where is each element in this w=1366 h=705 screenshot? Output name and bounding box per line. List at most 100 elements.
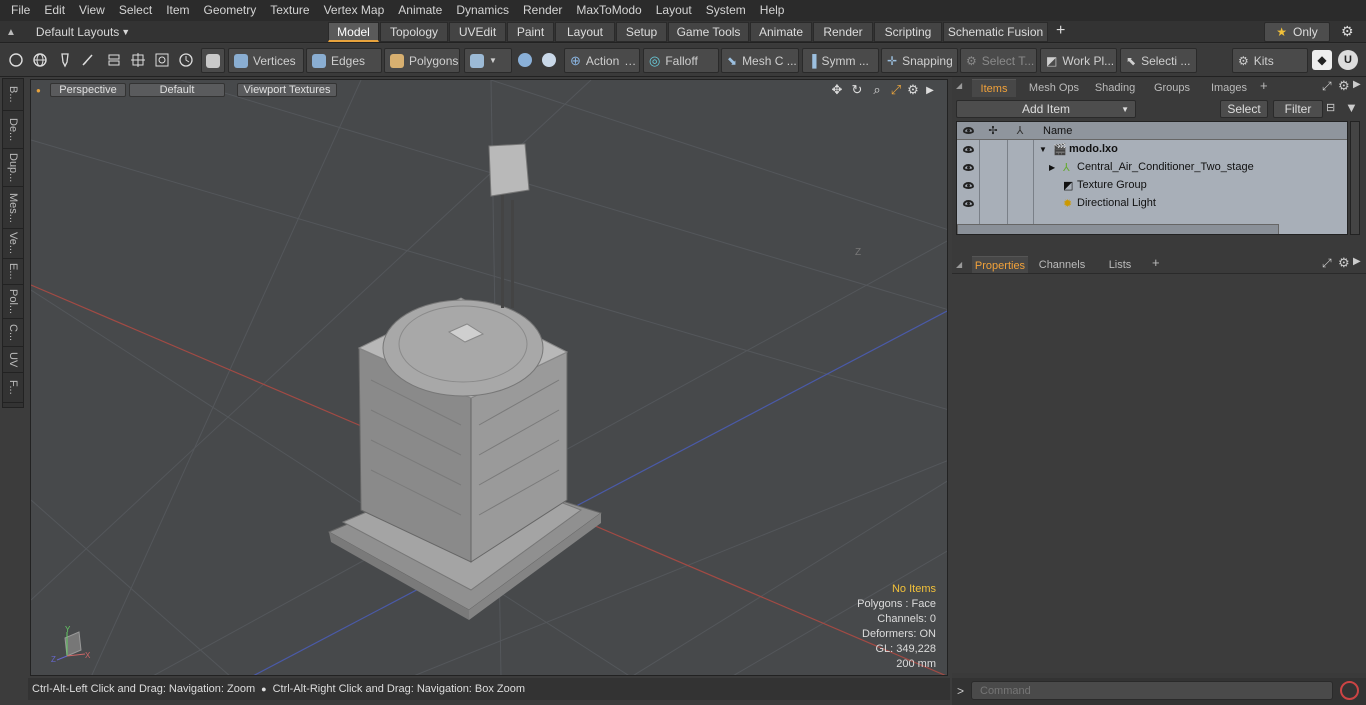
zoom-view-icon[interactable]: ⌕ bbox=[869, 81, 885, 99]
polygons-button[interactable]: Polygons bbox=[384, 48, 460, 73]
tab-items[interactable]: Items bbox=[972, 79, 1016, 97]
tab-schematic-fusion[interactable]: Schematic Fusion bbox=[943, 22, 1048, 42]
gear-icon[interactable]: ⚙ bbox=[1341, 23, 1354, 40]
funnel-icon[interactable]: ▼ bbox=[1345, 100, 1358, 115]
menu-dynamics[interactable]: Dynamics bbox=[449, 0, 516, 21]
pen-icon[interactable] bbox=[55, 50, 75, 70]
layouts-dropdown[interactable]: ▲ Default Layouts ▼ bbox=[6, 21, 130, 43]
viewport-gear-icon[interactable]: ⚙ bbox=[905, 81, 921, 99]
menu-item[interactable]: Item bbox=[159, 0, 196, 21]
tab-deform[interactable]: De... bbox=[3, 111, 23, 149]
kits-button[interactable]: ⚙ Kits bbox=[1232, 48, 1308, 73]
tab-uvedit[interactable]: UVEdit bbox=[449, 22, 506, 42]
tab-lists[interactable]: Lists bbox=[1094, 256, 1146, 274]
add-properties-tab-icon[interactable]: + bbox=[1152, 255, 1160, 270]
element-icon[interactable] bbox=[152, 50, 172, 70]
visibility-eye-icon[interactable] bbox=[957, 163, 979, 171]
perspective-button[interactable]: Perspective bbox=[50, 83, 126, 97]
vertices-button[interactable]: Vertices bbox=[228, 48, 304, 73]
tab-groups[interactable]: Groups bbox=[1146, 79, 1198, 97]
align-icon[interactable] bbox=[104, 50, 124, 70]
clock-icon[interactable] bbox=[176, 50, 196, 70]
tab-mesh-ops[interactable]: Mesh Ops bbox=[1022, 79, 1086, 97]
shading-default-button[interactable]: Default bbox=[129, 83, 225, 97]
collapse-icon[interactable]: ⊟ bbox=[1326, 101, 1342, 117]
menu-view[interactable]: View bbox=[72, 0, 112, 21]
menu-maxtomodo[interactable]: MaxToModo bbox=[569, 0, 648, 21]
panel-gear-icon[interactable]: ⚙ bbox=[1338, 78, 1350, 94]
globe-icon[interactable] bbox=[30, 50, 50, 70]
add-tab-icon[interactable]: + bbox=[1056, 22, 1065, 40]
menu-system[interactable]: System bbox=[699, 0, 753, 21]
circle-select-icon[interactable] bbox=[6, 50, 26, 70]
visibility-eye-icon[interactable] bbox=[957, 199, 979, 207]
tab-edge[interactable]: E... bbox=[3, 259, 23, 285]
center-icon[interactable] bbox=[128, 50, 148, 70]
properties-gear-icon[interactable]: ⚙ bbox=[1338, 255, 1350, 271]
falloff-button[interactable]: ◎ Falloff bbox=[643, 48, 719, 73]
tab-images[interactable]: Images bbox=[1202, 79, 1256, 97]
properties-expand-icon[interactable]: ⤢ bbox=[1322, 256, 1332, 271]
viewport-dot-icon[interactable]: ● bbox=[36, 86, 41, 95]
menu-vertex-map[interactable]: Vertex Map bbox=[317, 0, 392, 21]
tree-row-scene[interactable]: ▼ 🎬 modo.lxo bbox=[957, 140, 1347, 158]
properties-arrow-icon[interactable]: ▶ bbox=[1353, 256, 1361, 267]
tree-row-texture-group[interactable]: ◩ Texture Group bbox=[957, 176, 1347, 194]
menu-animate[interactable]: Animate bbox=[391, 0, 449, 21]
properties-dot-icon[interactable]: ◢ bbox=[956, 260, 970, 270]
brush-icon[interactable] bbox=[78, 50, 98, 70]
air-conditioner-model[interactable] bbox=[327, 143, 603, 620]
eye-header-icon[interactable] bbox=[957, 127, 979, 134]
tab-topology[interactable]: Topology bbox=[380, 22, 448, 42]
viewport-menu-arrow-icon[interactable]: ▶ bbox=[922, 81, 938, 99]
axis-header-icon[interactable]: ⅄ bbox=[1007, 124, 1033, 137]
menu-layout[interactable]: Layout bbox=[649, 0, 699, 21]
snapping-button[interactable]: ✛ Snapping bbox=[881, 48, 958, 73]
unreal-icon[interactable]: U bbox=[1338, 50, 1358, 70]
expand-icon[interactable]: ⤢ bbox=[1322, 79, 1332, 94]
tab-properties[interactable]: Properties bbox=[972, 256, 1028, 274]
tab-layout[interactable]: Layout bbox=[555, 22, 615, 42]
horizontal-scrollbar[interactable] bbox=[957, 224, 1279, 234]
symmetry-shield-icon[interactable] bbox=[515, 50, 535, 70]
only-button[interactable]: ★ Only bbox=[1264, 22, 1330, 42]
menu-render[interactable]: Render bbox=[516, 0, 569, 21]
tab-polygon[interactable]: Pol... bbox=[3, 285, 23, 319]
menu-texture[interactable]: Texture bbox=[263, 0, 316, 21]
viewport-textures-button[interactable]: Viewport Textures bbox=[237, 83, 337, 97]
tab-basic[interactable]: B... bbox=[3, 79, 23, 111]
panel-dot-icon[interactable]: ◢ bbox=[956, 81, 962, 90]
mesh-constraint-button[interactable]: ⬊ Mesh C ... bbox=[721, 48, 799, 73]
tab-game-tools[interactable]: Game Tools bbox=[668, 22, 749, 42]
menu-file[interactable]: File bbox=[4, 0, 37, 21]
tab-paint[interactable]: Paint bbox=[507, 22, 554, 42]
tab-animate[interactable]: Animate bbox=[750, 22, 812, 42]
visibility-eye-icon[interactable] bbox=[957, 145, 979, 153]
tab-setup[interactable]: Setup bbox=[616, 22, 667, 42]
tab-model[interactable]: Model bbox=[328, 22, 379, 42]
move-view-icon[interactable]: ✥ bbox=[829, 81, 845, 99]
add-item-dropdown[interactable]: Add Item ▼ bbox=[956, 100, 1136, 118]
tab-render[interactable]: Render bbox=[813, 22, 873, 42]
rotate-view-icon[interactable]: ↻ bbox=[849, 81, 865, 99]
unity-icon[interactable]: ◆ bbox=[1312, 50, 1332, 70]
tab-scripting[interactable]: Scripting bbox=[874, 22, 942, 42]
visibility-eye-icon[interactable] bbox=[957, 181, 979, 189]
tab-curve[interactable]: C... bbox=[3, 319, 23, 347]
record-icon[interactable] bbox=[1340, 681, 1359, 700]
select-through-button[interactable]: ⚙ Select T... bbox=[960, 48, 1037, 73]
menu-help[interactable]: Help bbox=[753, 0, 792, 21]
tab-uv[interactable]: UV bbox=[3, 347, 23, 373]
command-input[interactable] bbox=[971, 681, 1333, 700]
menu-select[interactable]: Select bbox=[112, 0, 159, 21]
panel-arrow-icon[interactable]: ▶ bbox=[1353, 79, 1361, 90]
name-column-header[interactable]: Name bbox=[1043, 125, 1072, 137]
tab-shading[interactable]: Shading bbox=[1088, 79, 1142, 97]
tree-row-light[interactable]: ✹ Directional Light bbox=[957, 194, 1347, 212]
add-panel-tab-icon[interactable]: + bbox=[1260, 78, 1268, 93]
item-mode-button[interactable] bbox=[201, 48, 225, 73]
maximize-icon[interactable]: ⤢ bbox=[888, 81, 904, 99]
expand-arrow-icon[interactable]: ▶ bbox=[1049, 163, 1063, 172]
tree-row-mesh[interactable]: ▶ ⅄ Central_Air_Conditioner_Two_stage bbox=[957, 158, 1347, 176]
filter-button[interactable]: Filter bbox=[1273, 100, 1323, 118]
